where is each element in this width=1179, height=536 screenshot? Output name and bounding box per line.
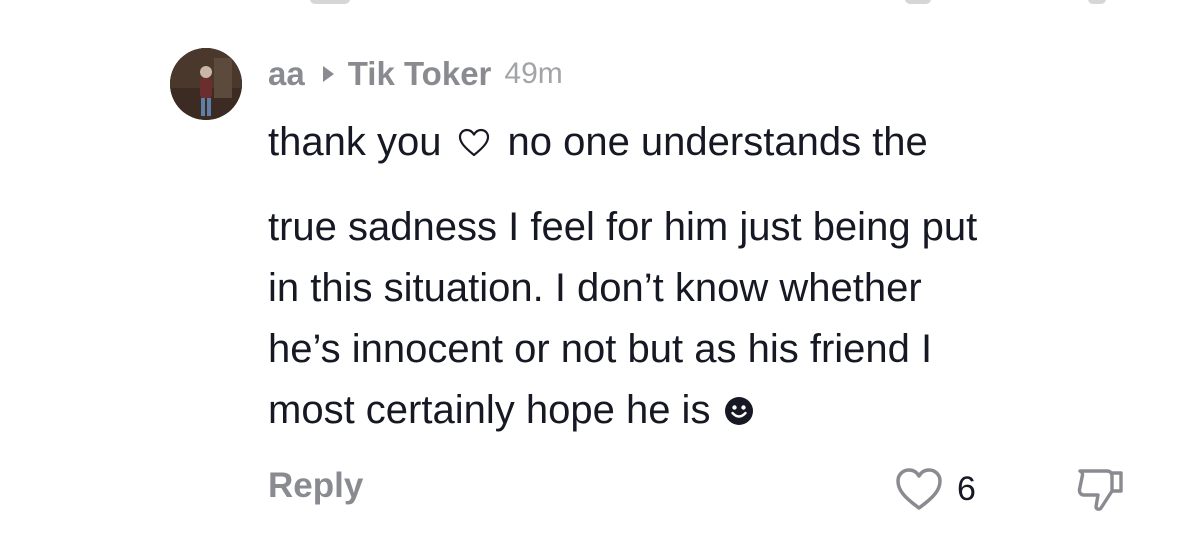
reply-button[interactable]: Reply	[268, 466, 363, 506]
comment-item: aa Tik Toker 49m thank you no one unders…	[0, 0, 1179, 536]
comment-text-paragraph: true sadness I feel for him just being p…	[268, 197, 977, 441]
smiling-face-emoji-icon	[725, 397, 754, 425]
heart-outline-icon	[459, 128, 490, 156]
comment-text-segment: thank you	[268, 120, 442, 164]
avatar[interactable]	[170, 48, 242, 120]
thumbs-down-icon[interactable]	[1074, 463, 1126, 515]
comment-username[interactable]: aa	[268, 55, 305, 93]
comment-timestamp: 49m	[504, 57, 563, 90]
comment-text-segment: no one understands the	[507, 120, 928, 164]
comment-text-line: most certainly hope he is	[268, 388, 711, 432]
reply-arrow-icon	[322, 66, 334, 82]
comment-text-line: true sadness I feel for him just being p…	[268, 205, 978, 249]
comment-text-last-line: most certainly hope he is	[268, 380, 977, 441]
heart-outline-icon[interactable]	[894, 466, 944, 512]
avatar-photo	[170, 48, 242, 120]
like-count: 6	[957, 470, 976, 508]
comment-text-line: in this situation. I don’t know whether	[268, 266, 922, 310]
reply-target-username[interactable]: Tik Toker	[348, 55, 492, 93]
comment-text-first-line: thank you no one understands the	[268, 112, 928, 173]
comment-meta: aa Tik Toker 49m	[268, 54, 563, 94]
comment-text-line: he’s innocent or not but as his friend I	[268, 327, 933, 371]
